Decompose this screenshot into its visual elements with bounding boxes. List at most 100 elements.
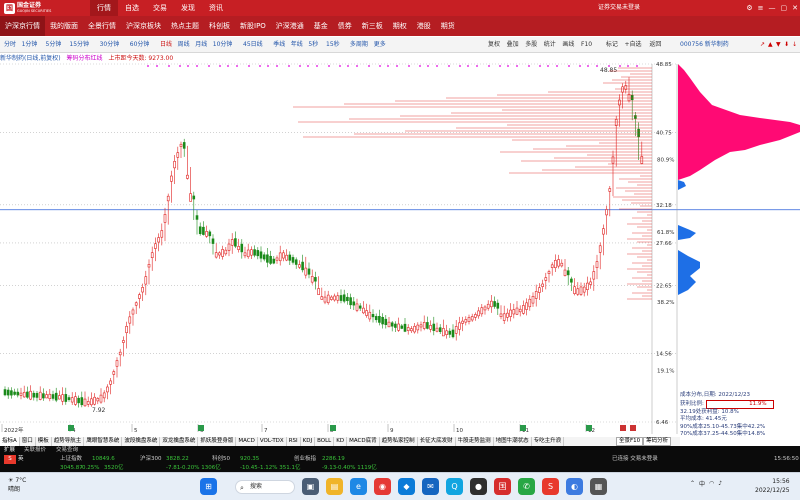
candle-body (301, 261, 304, 271)
status-extend[interactable]: 扩展 (4, 446, 15, 454)
candle-body (550, 264, 554, 268)
indicator-tab-5[interactable]: 波段擒盘系统 (122, 437, 161, 446)
candle-body (490, 300, 493, 308)
candle-body (566, 270, 570, 276)
edge-icon[interactable]: e (350, 478, 367, 495)
indicator-tab-14[interactable]: MACD底背 (347, 437, 380, 446)
start-icon[interactable]: ⊞ (200, 478, 217, 495)
index-amt-hs300: -0.20% 1306亿 (180, 465, 221, 471)
candle-body (518, 308, 522, 313)
indicator-tab-9[interactable]: VOL-TDX (258, 437, 287, 446)
candle-body (106, 386, 109, 393)
app-window: 国 国金证券 GUOJIN SECURITIES 行情 自选 交易 发现 资讯 … (0, 0, 800, 500)
file-explorer-icon[interactable]: ▤ (326, 478, 343, 495)
taskbar-clock[interactable]: 15:56 2022/12/25 (755, 477, 790, 495)
app-icon-blue[interactable]: ◐ (566, 478, 583, 495)
candle-body (186, 174, 189, 179)
indicator-tab-8[interactable]: MACD (236, 437, 258, 446)
indicator-tab-17[interactable]: 牛股走势监测 (456, 437, 494, 446)
candle-body (544, 277, 548, 281)
qq-icon[interactable]: Q (446, 478, 463, 495)
signal-dot (619, 65, 621, 67)
candle-body (275, 257, 279, 261)
candle-body (208, 231, 212, 237)
candle-body (563, 269, 567, 276)
status-quote[interactable]: 关联报价 (24, 446, 46, 454)
wechat-icon[interactable]: ✆ (518, 478, 535, 495)
signal-dot (507, 65, 509, 67)
indicator-tab-18[interactable]: 地图牛潮状态 (494, 437, 532, 446)
candle-body (144, 276, 148, 285)
indicator-tab-12[interactable]: BOLL (315, 437, 335, 446)
sogou-ime-icon[interactable]: S (4, 455, 16, 464)
sogou-icon[interactable]: S (542, 478, 559, 495)
ime-lang[interactable]: 英 (18, 455, 24, 463)
candle-body (397, 323, 400, 331)
signal-dot (276, 65, 278, 67)
tab-chip-analysis[interactable]: 筹码分析 (643, 437, 672, 446)
candle-body (224, 249, 228, 255)
signal-dot (556, 65, 558, 67)
ime-icon[interactable]: 中 (699, 479, 705, 488)
candle-body (298, 264, 301, 268)
indicator-tab-13[interactable]: KD (334, 437, 348, 446)
guojin-app-icon[interactable]: 国 (494, 478, 511, 495)
indicator-tab-11[interactable]: KDJ (301, 437, 316, 446)
indicator-tab-16[interactable]: 长征大底发财 (418, 437, 456, 446)
indicator-tab-6[interactable]: 双龙擒盘系统 (160, 437, 199, 446)
tab-f10[interactable]: 全景F10 (616, 437, 644, 446)
taskbar-search[interactable]: ⌕ 搜索 (235, 480, 295, 494)
candle-body (637, 128, 640, 138)
candle-body (512, 309, 516, 315)
candle-body (406, 327, 410, 331)
candle-body (237, 246, 240, 250)
signal-dot (187, 65, 189, 67)
tray-up-icon[interactable]: ⌃ (690, 480, 695, 487)
app-icon-gray[interactable]: ▦ (590, 478, 607, 495)
indicator-tab-2[interactable]: 模板 (36, 437, 52, 446)
indicator-tab-10[interactable]: RSI (287, 437, 301, 446)
wifi-icon[interactable]: ◠ (709, 480, 714, 487)
candle-body (538, 287, 541, 293)
status-trade-query[interactable]: 交易查询 (56, 446, 78, 454)
candle-body (557, 259, 560, 267)
candle-body (435, 327, 439, 332)
candle-body (125, 325, 128, 334)
app-icon-red[interactable]: ◉ (374, 478, 391, 495)
candle-body (163, 214, 167, 223)
indicator-tab-7[interactable]: 抓妖股登身版 (198, 437, 237, 446)
indicator-tab-3[interactable]: 趋势导航主 (52, 437, 85, 446)
volume-icon[interactable]: ♪ (718, 480, 722, 487)
candle-body (141, 287, 144, 293)
indicator-tab-4[interactable]: 鹰眼智慧系统 (84, 437, 123, 446)
candle-body (122, 340, 125, 343)
pct-tick: 19.1% (657, 368, 674, 374)
candle-body (294, 259, 298, 265)
candle-body (339, 295, 343, 301)
app-icon-dark[interactable]: ● (470, 478, 487, 495)
indicator-tab-0[interactable]: 指标A (0, 437, 20, 446)
candle-body (589, 281, 592, 285)
candle-body (29, 390, 32, 400)
candle-body (90, 398, 93, 406)
indicator-tab-19[interactable]: 专吃主升浪 (532, 437, 565, 446)
candle-body (202, 226, 205, 235)
signal-dot (267, 65, 269, 67)
candle-body (451, 329, 455, 338)
signal-dot (408, 65, 410, 67)
weather-temp: 7°C (15, 477, 27, 484)
candle-body (160, 230, 164, 238)
candle-body (221, 249, 224, 257)
signal-dot (476, 65, 478, 67)
mail-icon[interactable]: ✉ (422, 478, 439, 495)
event-marker (586, 425, 592, 431)
candle-body (358, 305, 362, 309)
indicator-tab-15[interactable]: 趋势私家控制 (380, 437, 418, 446)
store-icon[interactable]: ◆ (398, 478, 415, 495)
weather-widget[interactable]: ☀ 7°C 晴朗 (8, 476, 26, 494)
candle-body (16, 391, 20, 396)
price-tick: 32.18 (656, 203, 672, 209)
indicator-tab-1[interactable]: 窗口 (20, 437, 36, 446)
task-view-icon[interactable]: ▣ (302, 478, 319, 495)
status-bar: 扩展 关联报价 交易查询 S 英 上证指数 10849.6 沪深300 3828… (0, 446, 800, 472)
